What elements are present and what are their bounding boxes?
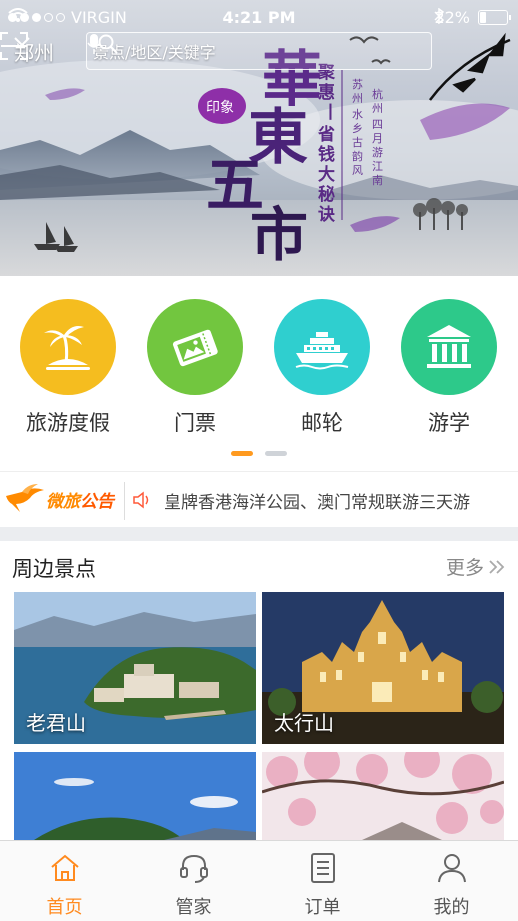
svg-text:大: 大 [318,164,335,185]
cruise-ship-icon [274,299,370,395]
tab-label: 首页 [46,897,83,918]
tab-butler[interactable]: 管家 [129,849,258,919]
svg-text:诀: 诀 [318,205,336,225]
category-vacation[interactable]: 旅游度假 [4,292,132,437]
card-caption: 老君山 [26,711,86,735]
svg-text:丨: 丨 [322,103,339,123]
category-cruise[interactable]: 邮轮 [258,292,386,437]
scenic-card-laojunshan[interactable]: 老君山 [14,592,256,744]
svg-text:南: 南 [372,174,383,187]
svg-text:乡: 乡 [352,122,363,135]
user-icon [437,854,466,883]
bluetooth-icon [434,8,445,24]
category-study-tour[interactable]: 游学 [385,292,513,437]
search-input[interactable]: 景点/地区/关键字 [86,32,432,70]
category-tickets[interactable]: 门票 [131,292,259,437]
svg-text:省: 省 [317,124,335,145]
tab-label: 我的 [433,897,470,918]
scan-icon[interactable] [0,32,28,60]
category-label: 门票 [174,411,216,435]
order-list-icon [310,853,335,883]
svg-text:月: 月 [372,132,383,145]
svg-text:水: 水 [352,108,363,121]
category-grid: 旅游度假 门票 邮轮 游学 [0,292,518,442]
announcement-bar[interactable]: 微旅 公告 皇牌香港海洋公园、澳门常规联游三天游 [0,471,518,528]
bottom-tab-bar: 首页 管家 订单 我的 [0,840,518,921]
more-label: 更多 [445,557,484,579]
home-icon [50,854,79,881]
tab-me[interactable]: 我的 [387,849,516,919]
page-dot-active[interactable] [231,451,253,456]
microphone-icon[interactable] [87,33,101,55]
divider [124,482,125,520]
card-caption: 太行山 [274,711,334,735]
svg-text:州: 州 [372,102,383,115]
double-chevron-right-icon [489,559,505,574]
svg-text:四: 四 [372,118,383,131]
palm-island-icon [20,299,116,395]
svg-text:秘: 秘 [318,184,335,205]
promo-banner[interactable]: 華 東 五 市 印象 聚惠丨 省钱大 秘诀 苏州水 乡古韵风 杭州四 月游江南 … [0,0,518,276]
hummingbird-logo-icon [6,484,44,512]
scenic-photo [262,752,504,840]
svg-text:风: 风 [352,164,363,177]
scenic-card-4[interactable] [262,752,504,840]
svg-text:游: 游 [372,146,383,159]
page-indicator [0,451,518,457]
section-divider [0,527,518,541]
svg-text:杭: 杭 [372,87,383,101]
svg-text:印象: 印象 [206,100,234,116]
more-link[interactable]: 更多 [446,553,506,580]
scenic-card-3[interactable] [14,752,256,840]
section-title: 周边景点 [12,557,96,581]
nearby-header: 周边景点 更多 [0,541,518,591]
svg-text:州: 州 [352,92,363,105]
svg-text:钱: 钱 [318,144,335,165]
category-label: 邮轮 [301,411,343,435]
search-placeholder: 景点/地区/关键字 [93,43,216,62]
scenic-card-taihangshan[interactable]: 太行山 [262,592,504,744]
category-label: 游学 [428,411,470,435]
tab-home[interactable]: 首页 [0,849,129,919]
headset-icon [179,854,208,883]
svg-text:苏: 苏 [352,78,363,91]
status-bar: VIRGIN 4:21 PM 22% [0,0,518,34]
svg-text:惠: 惠 [318,82,335,103]
battery-icon [478,10,511,25]
svg-text:古: 古 [352,136,363,149]
museum-icon [401,299,497,395]
speaker-icon [133,491,149,509]
page-dot[interactable] [265,451,287,456]
logo-text-1: 微旅 [46,491,80,512]
category-label: 旅游度假 [26,411,110,435]
weilv-logo: 微旅 公告 [4,482,114,516]
top-navigation: 郑州 景点/地区/关键字 [0,32,518,72]
svg-text:市: 市 [250,201,308,269]
logo-text-2: 公告 [80,491,114,512]
tab-orders[interactable]: 订单 [258,849,387,919]
ticket-icon [147,299,243,395]
tab-label: 订单 [304,897,341,918]
svg-text:江: 江 [372,160,383,173]
tab-label: 管家 [175,897,212,918]
svg-text:韵: 韵 [352,149,363,163]
scenic-photo [14,752,256,840]
announcement-text: 皇牌香港海洋公园、澳门常规联游三天游 [164,493,470,513]
